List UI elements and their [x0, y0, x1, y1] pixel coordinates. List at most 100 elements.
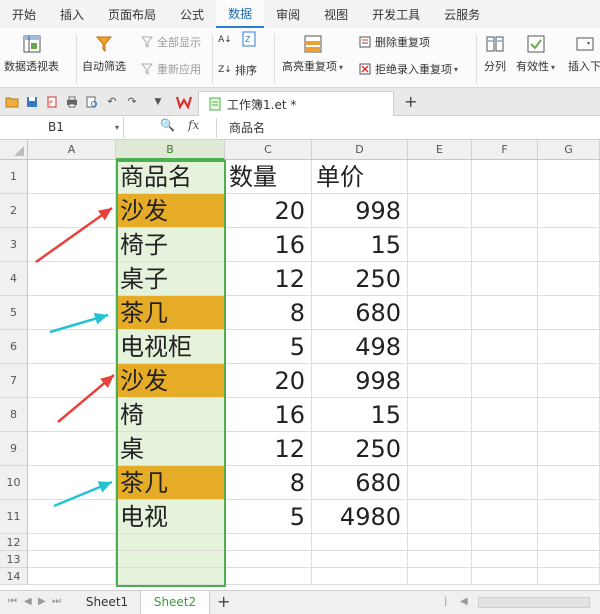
cell-a14[interactable]	[28, 568, 116, 585]
cell-b8[interactable]: 椅	[116, 398, 225, 432]
cell-b6[interactable]: 电视柜	[116, 330, 225, 364]
cell-c2[interactable]: 20	[225, 194, 312, 228]
cell-e11[interactable]	[408, 500, 472, 534]
cell-b13[interactable]	[116, 551, 225, 568]
cell-a4[interactable]	[28, 262, 116, 296]
column-header-f[interactable]: F	[472, 140, 538, 160]
name-box-caret-icon[interactable]: ▾	[115, 117, 119, 138]
cell-e6[interactable]	[408, 330, 472, 364]
cell-b1[interactable]: 商品名	[116, 160, 225, 194]
row-header[interactable]: 6	[0, 330, 28, 364]
cell-f3[interactable]	[472, 228, 538, 262]
cell-c1[interactable]: 数量	[225, 160, 312, 194]
scroll-left-icon[interactable]: |	[444, 596, 447, 607]
cell-c10[interactable]: 8	[225, 466, 312, 500]
cell-e14[interactable]	[408, 568, 472, 585]
cell-g1[interactable]	[538, 160, 600, 194]
cell-d10[interactable]: 680	[312, 466, 408, 500]
scroll-left-arrow-icon[interactable]: ◀	[460, 596, 468, 607]
cell-d2[interactable]: 998	[312, 194, 408, 228]
cell-a5[interactable]	[28, 296, 116, 330]
cell-b7[interactable]: 沙发	[116, 364, 225, 398]
show-all-button[interactable]: 全部显示	[140, 34, 201, 50]
new-tab-plus-icon[interactable]: +	[404, 92, 417, 111]
cell-d6[interactable]: 498	[312, 330, 408, 364]
remove-duplicates-button[interactable]: 删除重复项	[358, 34, 430, 50]
insert-dropdown-button[interactable]: 插入下	[568, 28, 600, 74]
cell-d13[interactable]	[312, 551, 408, 568]
row-header[interactable]: 4	[0, 262, 28, 296]
cell-d9[interactable]: 250	[312, 432, 408, 466]
autofilter-button[interactable]: 自动筛选	[82, 28, 126, 74]
row-header[interactable]: 8	[0, 398, 28, 432]
tab-developer[interactable]: 开发工具	[360, 0, 432, 28]
formula-input[interactable]: 商品名	[216, 118, 600, 138]
tab-page-layout[interactable]: 页面布局	[96, 0, 168, 28]
cell-a6[interactable]	[28, 330, 116, 364]
cell-f1[interactable]	[472, 160, 538, 194]
cell-d12[interactable]	[312, 534, 408, 551]
cell-g14[interactable]	[538, 568, 600, 585]
sort-button[interactable]: Z↓ 排序	[218, 62, 257, 78]
cell-g12[interactable]	[538, 534, 600, 551]
cell-e10[interactable]	[408, 466, 472, 500]
cell-d1[interactable]: 单价	[312, 160, 408, 194]
column-header-e[interactable]: E	[408, 140, 472, 160]
tab-formulas[interactable]: 公式	[168, 0, 216, 28]
add-sheet-plus-icon[interactable]: +	[217, 592, 230, 611]
column-header-d[interactable]: D	[312, 140, 408, 160]
cell-c12[interactable]	[225, 534, 312, 551]
row-header[interactable]: 1	[0, 160, 28, 194]
cell-b10[interactable]: 茶几	[116, 466, 225, 500]
cell-a2[interactable]	[28, 194, 116, 228]
name-box[interactable]: B1 ▾	[0, 117, 124, 138]
cell-d7[interactable]: 998	[312, 364, 408, 398]
cell-g6[interactable]	[538, 330, 600, 364]
cell-e12[interactable]	[408, 534, 472, 551]
cell-d8[interactable]: 15	[312, 398, 408, 432]
cell-d5[interactable]: 680	[312, 296, 408, 330]
reapply-button[interactable]: 重新应用	[140, 61, 201, 77]
save-icon[interactable]	[24, 94, 40, 110]
sheet-tab-sheet2[interactable]: Sheet2	[140, 591, 210, 614]
cell-d11[interactable]: 4980	[312, 500, 408, 534]
cell-g9[interactable]	[538, 432, 600, 466]
tab-review[interactable]: 审阅	[264, 0, 312, 28]
cell-g13[interactable]	[538, 551, 600, 568]
cell-a12[interactable]	[28, 534, 116, 551]
row-header[interactable]: 13	[0, 551, 28, 568]
tab-insert[interactable]: 插入	[48, 0, 96, 28]
cell-f5[interactable]	[472, 296, 538, 330]
validity-button[interactable]: 有效性 ▾	[516, 28, 555, 74]
fx-icon[interactable]: fx	[188, 118, 199, 132]
cell-c8[interactable]: 16	[225, 398, 312, 432]
cell-f14[interactable]	[472, 568, 538, 585]
column-header-c[interactable]: C	[225, 140, 312, 160]
first-sheet-icon[interactable]: ⏮	[8, 596, 17, 607]
cell-b14[interactable]	[116, 568, 225, 585]
cell-a10[interactable]	[28, 466, 116, 500]
cell-f4[interactable]	[472, 262, 538, 296]
cell-e1[interactable]	[408, 160, 472, 194]
zoom-search-icon[interactable]: 🔍	[160, 118, 175, 132]
cell-a3[interactable]	[28, 228, 116, 262]
column-header-b[interactable]: B	[116, 140, 225, 160]
cell-g2[interactable]	[538, 194, 600, 228]
row-header[interactable]: 10	[0, 466, 28, 500]
sort-desc-button[interactable]: Z	[242, 31, 259, 47]
cell-b11[interactable]: 电视	[116, 500, 225, 534]
cell-b5[interactable]: 茶几	[116, 296, 225, 330]
sort-asc-button[interactable]: A↓	[218, 33, 235, 47]
cell-g8[interactable]	[538, 398, 600, 432]
tab-cloud[interactable]: 云服务	[432, 0, 492, 28]
cell-c9[interactable]: 12	[225, 432, 312, 466]
cell-c5[interactable]: 8	[225, 296, 312, 330]
cell-e13[interactable]	[408, 551, 472, 568]
tab-view[interactable]: 视图	[312, 0, 360, 28]
text-to-columns-button[interactable]: 分列	[484, 28, 506, 74]
cell-e5[interactable]	[408, 296, 472, 330]
row-header[interactable]: 14	[0, 568, 28, 585]
cell-e9[interactable]	[408, 432, 472, 466]
pivot-table-button[interactable]: 数据透视表	[4, 28, 59, 74]
column-header-a[interactable]: A	[28, 140, 116, 160]
